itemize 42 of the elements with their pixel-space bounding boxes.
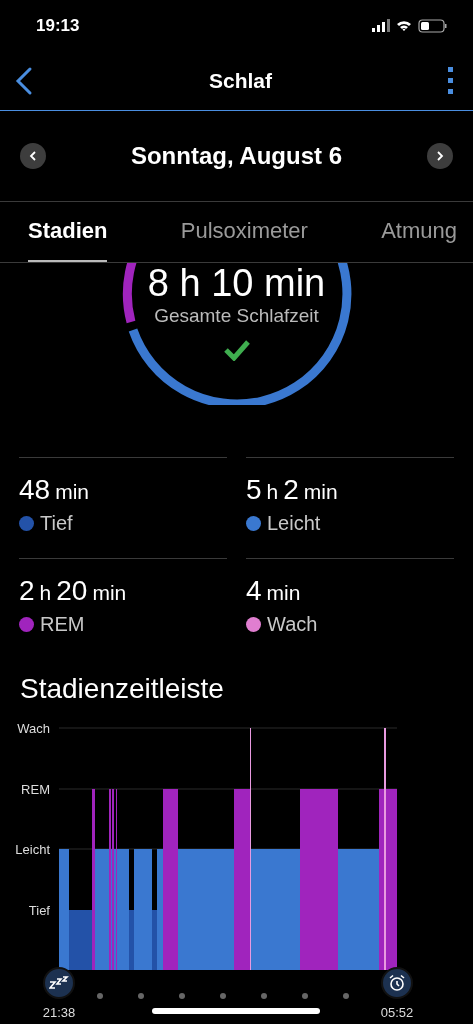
back-icon — [14, 66, 34, 96]
timeline-dot-icon — [97, 993, 103, 999]
total-sleep-label: Gesamte Schlafzeit — [154, 305, 319, 327]
chevron-right-icon — [436, 151, 444, 161]
previous-day-button[interactable] — [20, 143, 46, 169]
timeline-dot-icon — [220, 993, 226, 999]
more-icon — [447, 67, 455, 95]
stage-axis-label: Wach — [17, 720, 50, 736]
timeline-dot-icon — [261, 993, 267, 999]
alarm-clock-icon — [388, 974, 406, 992]
stage-label: Leicht — [267, 512, 321, 535]
timeline-dot-icon — [302, 993, 308, 999]
tab[interactable]: Atmung — [381, 202, 457, 262]
stage-label: Wach — [267, 613, 318, 636]
screen-title: Schlaf — [209, 69, 272, 93]
wifi-icon — [396, 20, 412, 32]
zzz-icon — [49, 976, 69, 990]
stage-duration: 48 min — [19, 474, 90, 506]
stage-duration: 5 h 2 min — [246, 474, 339, 506]
stage-duration: 2 h 20 min — [19, 575, 128, 607]
timeline-dot-icon — [343, 993, 349, 999]
start-time: 21:38 — [42, 1005, 76, 1020]
next-day-button[interactable] — [427, 143, 453, 169]
stage-label: REM — [40, 613, 85, 636]
battery-icon — [418, 19, 447, 33]
chevron-left-icon — [29, 151, 37, 161]
stage-duration: 4 min — [246, 575, 302, 607]
status-time: 19:13 — [36, 16, 80, 36]
stage-axis-label: Leicht — [15, 841, 50, 857]
total-sleep-value: 8 h 10 min — [147, 263, 326, 303]
tab[interactable]: Pulsoximeter — [180, 202, 308, 262]
timeline-dot-icon — [179, 993, 185, 999]
signal-icon — [372, 19, 390, 33]
timeline-dot-icon — [138, 993, 144, 999]
check-icon — [222, 339, 251, 361]
tab[interactable]: Stadien — [28, 202, 108, 262]
stage-axis-label: REM — [21, 781, 50, 797]
stage-label: Tief — [40, 512, 73, 535]
stage-axis-label: Tief — [28, 902, 50, 918]
section-title: Stadienzeitleiste — [19, 672, 225, 706]
end-time: 05:52 — [380, 1005, 414, 1020]
date-label: Sonntag, August 6 — [130, 142, 343, 170]
